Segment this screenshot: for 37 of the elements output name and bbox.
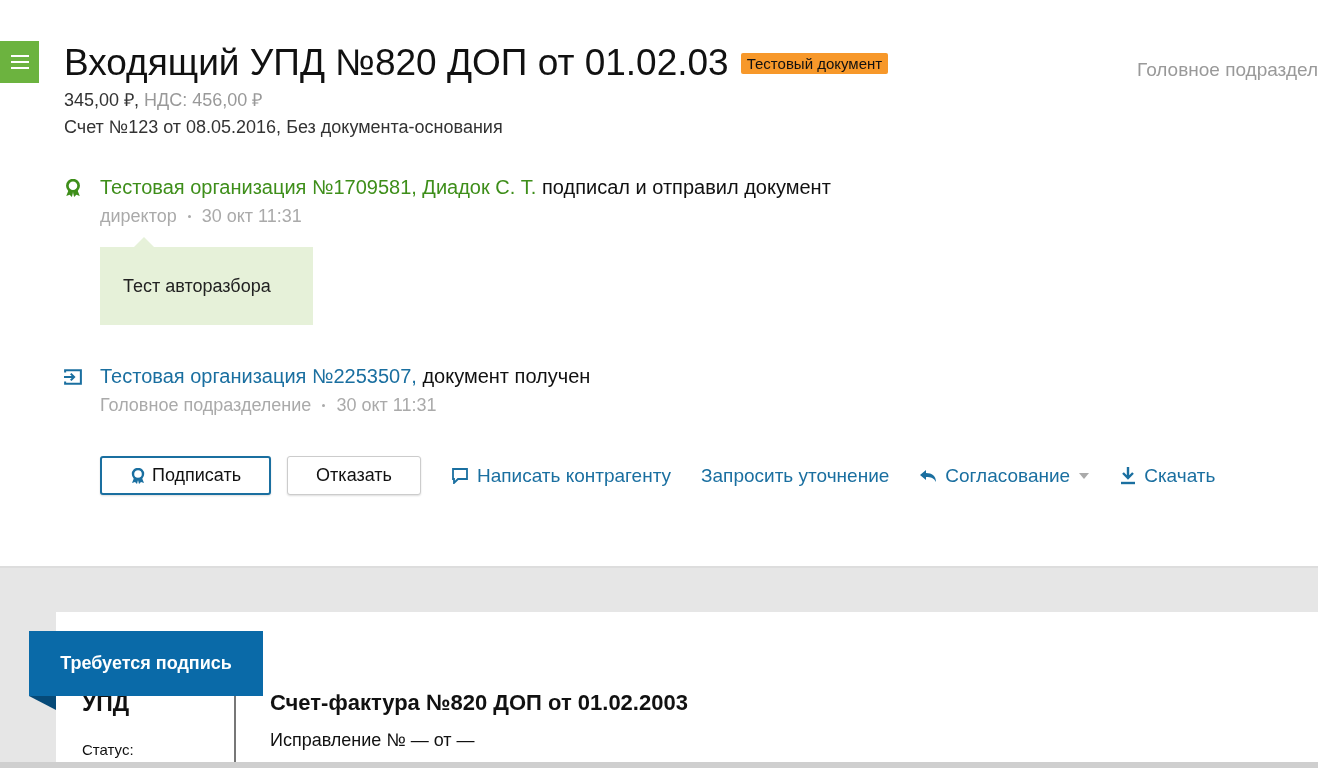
sign-button[interactable]: Подписать	[100, 456, 272, 495]
basis-text: Счет №123 от 08.05.2016, Без документа-основания	[64, 117, 504, 138]
document-title: Входящий УПД №820 ДОП от 01.02.03	[64, 41, 729, 85]
event-text: подписал и отправил документ	[542, 176, 831, 198]
separator-dot	[322, 404, 326, 407]
organization-link[interactable]: Тестовая организация №1709581, Диадок С. Т.	[100, 176, 537, 198]
correction-text: Исправление № — от —	[270, 730, 476, 751]
organization-link[interactable]: Тестовая организация №2253507,	[100, 365, 417, 387]
event-text: документ получен	[422, 365, 591, 387]
reply-arrow-icon	[919, 468, 938, 483]
ribbon-fold-icon	[29, 696, 56, 710]
inbox-arrow-icon	[64, 368, 82, 386]
menu-icon	[9, 54, 30, 70]
invoice-title: Счет-фактура №820 ДОП от 01.02.2003	[270, 690, 688, 716]
separator-dot	[187, 215, 191, 218]
award-icon	[130, 467, 146, 484]
award-icon	[64, 179, 82, 197]
comment-text: Тест авторазбора	[123, 275, 271, 297]
status-ribbon: Требуется подпись	[29, 631, 263, 696]
test-badge: Тестовый документ	[740, 52, 889, 74]
message-link[interactable]: Написать контрагенту	[450, 464, 672, 487]
department-text: Головное подраздел	[1137, 59, 1318, 81]
role-text: Головное подразделение	[100, 395, 312, 416]
status-label: Статус:	[82, 741, 135, 758]
download-link[interactable]: Скачать	[1120, 464, 1216, 487]
approval-dropdown[interactable]: Согласование	[919, 464, 1091, 487]
speech-bubble-icon	[450, 467, 469, 484]
amount-text: 345,00 ₽,	[64, 90, 140, 110]
time-text: 30 окт 11:31	[201, 206, 302, 227]
caret-icon	[1078, 471, 1091, 480]
menu-button[interactable]	[0, 41, 39, 83]
download-icon	[1120, 466, 1137, 485]
time-text: 30 окт 11:31	[336, 395, 437, 416]
vat-text: НДС: 456,00 ₽	[144, 90, 263, 110]
role-text: директор	[100, 206, 177, 227]
reject-button[interactable]: Отказать	[287, 456, 421, 495]
clarify-link[interactable]: Запросить уточнение	[701, 464, 890, 487]
